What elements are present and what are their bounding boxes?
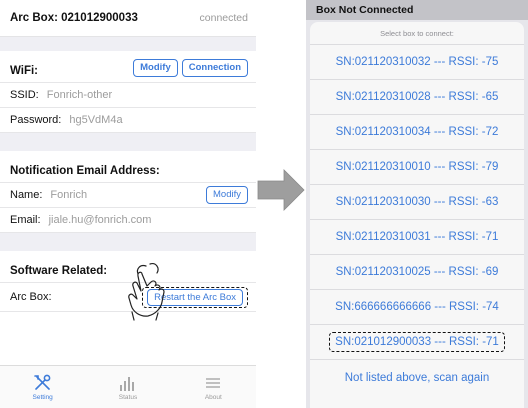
notification-section-label: Notification Email Address: (10, 165, 160, 177)
bar-chart-icon (119, 376, 134, 391)
box-option-label: SN:021120310031 --- RSSI: -71 (335, 231, 499, 243)
group-separator (0, 233, 256, 251)
box-option-label: SN:021120310034 --- RSSI: -72 (335, 126, 499, 138)
wifi-section-label: WiFi: (10, 65, 38, 77)
name-label: Name: (10, 189, 43, 201)
tab-about-label: About (204, 393, 222, 401)
box-select-sheet: Select box to connect: SN:021120310032 -… (310, 22, 524, 408)
box-option-label: SN:021120310010 --- RSSI: -79 (335, 161, 499, 173)
ssid-label: SSID: (10, 89, 39, 101)
box-option[interactable]: SN:021120310010 --- RSSI: -79 (310, 150, 524, 185)
tab-status[interactable]: Status (85, 366, 170, 408)
box-option-label: SN:021120310032 --- RSSI: -75 (335, 56, 499, 68)
password-value: hg5VdM4a (69, 114, 123, 126)
software-section-label: Software Related: (10, 265, 108, 277)
box-option-selected[interactable]: SN:021012900033 --- RSSI: -71 (310, 325, 524, 360)
box-option[interactable]: SN:021120310030 --- RSSI: -63 (310, 185, 524, 220)
arc-box-title: Arc Box: 021012900033 (10, 12, 138, 24)
tab-setting[interactable]: Setting (0, 366, 85, 408)
box-option[interactable]: SN:666666666666 --- RSSI: -74 (310, 290, 524, 325)
password-label: Password: (10, 114, 62, 126)
tab-about[interactable]: About (171, 366, 256, 408)
email-label: Email: (10, 214, 41, 226)
connection-status: connected (199, 12, 248, 24)
arc-box-label: Arc Box: (10, 291, 52, 303)
menu-icon (206, 377, 221, 388)
box-option[interactable]: SN:021120310025 --- RSSI: -69 (310, 255, 524, 290)
settings-screen: Arc Box: 021012900033 connected WiFi: Mo… (0, 0, 256, 408)
box-option[interactable]: SN:021120310032 --- RSSI: -75 (310, 45, 524, 80)
box-option[interactable]: SN:021120310031 --- RSSI: -71 (310, 220, 524, 255)
scan-again-button[interactable]: Not listed above, scan again (310, 360, 524, 396)
box-option-label: SN:666666666666 --- RSSI: -74 (335, 301, 499, 313)
box-status-header: Box Not Connected (306, 0, 528, 20)
sheet-title: Select box to connect: (310, 22, 524, 45)
box-option-label: SN:021012900033 --- RSSI: -71 (329, 332, 505, 352)
wifi-connection-button[interactable]: Connection (181, 59, 248, 77)
email-row: Email: jiale.hu@fonrich.com (0, 208, 256, 233)
box-status-title: Box Not Connected (316, 4, 414, 16)
arrow-right-icon (257, 169, 305, 211)
tools-icon (33, 374, 51, 390)
group-separator (0, 37, 256, 51)
ssid-value: Fonrich-other (46, 89, 113, 101)
settings-header: Arc Box: 021012900033 connected (0, 0, 256, 37)
tab-status-label: Status (118, 393, 138, 401)
ssid-row: SSID: Fonrich-other (0, 83, 256, 108)
box-option-label: SN:021120310025 --- RSSI: -69 (335, 266, 499, 278)
tab-setting-label: Setting (32, 393, 53, 401)
name-modify-button[interactable]: Modify (206, 186, 248, 204)
box-option-label: SN:021120310028 --- RSSI: -65 (335, 91, 499, 103)
box-option[interactable]: SN:021120310028 --- RSSI: -65 (310, 80, 524, 115)
wifi-modify-button[interactable]: Modify (133, 59, 178, 77)
box-option[interactable]: SN:021120310034 --- RSSI: -72 (310, 115, 524, 150)
name-value: Fonrich (50, 189, 88, 201)
notification-section-header: Notification Email Address: (0, 151, 256, 183)
wifi-section-header: WiFi: Modify Connection (0, 51, 256, 83)
box-option-label: SN:021120310030 --- RSSI: -63 (335, 196, 499, 208)
email-value: jiale.hu@fonrich.com (48, 214, 152, 226)
box-select-screen: Box Not Connected Select box to connect:… (306, 0, 528, 408)
group-separator (0, 133, 256, 151)
password-row: Password: hg5VdM4a (0, 108, 256, 133)
name-row: Name: Fonrich Modify (0, 183, 256, 208)
tap-hand-icon (128, 263, 165, 321)
tab-bar: Setting Status About (0, 365, 256, 408)
